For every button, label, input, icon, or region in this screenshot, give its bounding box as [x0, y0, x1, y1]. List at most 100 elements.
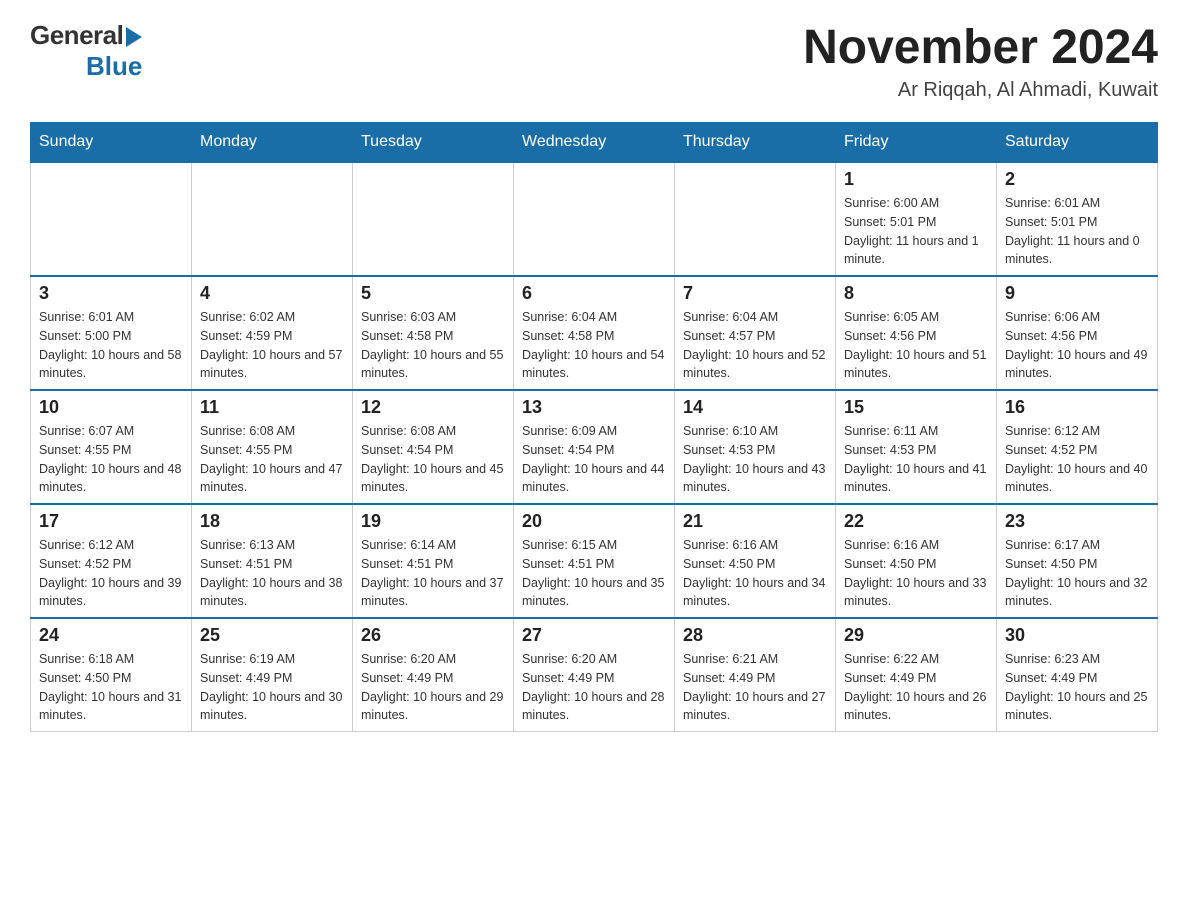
- week-row-4: 17Sunrise: 6:12 AMSunset: 4:52 PMDayligh…: [31, 504, 1158, 618]
- day-number: 23: [1005, 511, 1149, 532]
- day-info: Sunrise: 6:15 AMSunset: 4:51 PMDaylight:…: [522, 536, 666, 611]
- col-wednesday: Wednesday: [514, 123, 675, 163]
- day-number: 28: [683, 625, 827, 646]
- location-subtitle: Ar Riqqah, Al Ahmadi, Kuwait: [803, 79, 1158, 102]
- day-info: Sunrise: 6:20 AMSunset: 4:49 PMDaylight:…: [361, 650, 505, 725]
- day-cell: 6 Sunrise: 6:04 AMSunset: 4:58 PMDaylight…: [514, 276, 675, 390]
- day-cell: 9 Sunrise: 6:06 AMSunset: 4:56 PMDaylight…: [997, 276, 1158, 390]
- day-info: Sunrise: 6:22 AMSunset: 4:49 PMDaylight:…: [844, 650, 988, 725]
- day-number: 17: [39, 511, 183, 532]
- day-info: Sunrise: 6:08 AMSunset: 4:54 PMDaylight:…: [361, 422, 505, 497]
- day-cell: 14Sunrise: 6:10 AMSunset: 4:53 PMDayligh…: [675, 390, 836, 504]
- day-info: Sunrise: 6:06 AMSunset: 4:56 PMDaylight:…: [1005, 308, 1149, 383]
- day-cell: 20Sunrise: 6:15 AMSunset: 4:51 PMDayligh…: [514, 504, 675, 618]
- day-number: 11: [200, 397, 344, 418]
- day-number: 22: [844, 511, 988, 532]
- day-number: 21: [683, 511, 827, 532]
- week-row-5: 24 Sunrise: 6:18 AMSunset: 4:50 PMDayligh…: [31, 618, 1158, 732]
- day-cell: 10 Sunrise: 6:07 AMSunset: 4:55 PMDayligh…: [31, 390, 192, 504]
- day-info: Sunrise: 6:20 AMSunset: 4:49 PMDaylight:…: [522, 650, 666, 725]
- day-info: Sunrise: 6:21 AMSunset: 4:49 PMDaylight:…: [683, 650, 827, 725]
- logo-arrow-icon: [126, 27, 142, 47]
- day-cell: 22 Sunrise: 6:16 AMSunset: 4:50 PMDayligh…: [836, 504, 997, 618]
- day-cell: 28 Sunrise: 6:21 AMSunset: 4:49 PMDayligh…: [675, 618, 836, 732]
- day-cell: 8Sunrise: 6:05 AMSunset: 4:56 PMDaylight…: [836, 276, 997, 390]
- day-info: Sunrise: 6:05 AMSunset: 4:56 PMDaylight:…: [844, 308, 988, 383]
- col-sunday: Sunday: [31, 123, 192, 163]
- logo-general-text: General: [30, 20, 123, 51]
- day-info: Sunrise: 6:07 AMSunset: 4:55 PMDaylight:…: [39, 422, 183, 497]
- day-number: 29: [844, 625, 988, 646]
- day-number: 5: [361, 283, 505, 304]
- day-info: Sunrise: 6:13 AMSunset: 4:51 PMDaylight:…: [200, 536, 344, 611]
- day-cell: 26 Sunrise: 6:20 AMSunset: 4:49 PMDayligh…: [353, 618, 514, 732]
- day-cell: 4Sunrise: 6:02 AMSunset: 4:59 PMDaylight…: [192, 276, 353, 390]
- day-number: 19: [361, 511, 505, 532]
- day-cell: 1 Sunrise: 6:00 AMSunset: 5:01 PMDaylight…: [836, 162, 997, 276]
- day-info: Sunrise: 6:16 AMSunset: 4:50 PMDaylight:…: [683, 536, 827, 611]
- day-cell: 27 Sunrise: 6:20 AMSunset: 4:49 PMDayligh…: [514, 618, 675, 732]
- day-number: 2: [1005, 169, 1149, 190]
- page-header: General Blue November 2024 Ar Riqqah, Al…: [30, 20, 1158, 102]
- day-number: 12: [361, 397, 505, 418]
- day-cell: 30 Sunrise: 6:23 AMSunset: 4:49 PMDayligh…: [997, 618, 1158, 732]
- col-saturday: Saturday: [997, 123, 1158, 163]
- day-info: Sunrise: 6:18 AMSunset: 4:50 PMDaylight:…: [39, 650, 183, 725]
- day-number: 27: [522, 625, 666, 646]
- day-info: Sunrise: 6:01 AMSunset: 5:01 PMDaylight:…: [1005, 194, 1149, 269]
- day-info: Sunrise: 6:04 AMSunset: 4:58 PMDaylight:…: [522, 308, 666, 383]
- day-number: 30: [1005, 625, 1149, 646]
- day-number: 26: [361, 625, 505, 646]
- day-info: Sunrise: 6:10 AMSunset: 4:53 PMDaylight:…: [683, 422, 827, 497]
- day-info: Sunrise: 6:09 AMSunset: 4:54 PMDaylight:…: [522, 422, 666, 497]
- day-cell: 11 Sunrise: 6:08 AMSunset: 4:55 PMDayligh…: [192, 390, 353, 504]
- day-cell: 24 Sunrise: 6:18 AMSunset: 4:50 PMDayligh…: [31, 618, 192, 732]
- calendar-header-row: Sunday Monday Tuesday Wednesday Thursday…: [31, 123, 1158, 163]
- day-info: Sunrise: 6:14 AMSunset: 4:51 PMDaylight:…: [361, 536, 505, 611]
- day-cell: [31, 162, 192, 276]
- week-row-2: 3Sunrise: 6:01 AMSunset: 5:00 PMDaylight…: [31, 276, 1158, 390]
- day-info: Sunrise: 6:01 AMSunset: 5:00 PMDaylight:…: [39, 308, 183, 383]
- week-row-1: 1 Sunrise: 6:00 AMSunset: 5:01 PMDaylight…: [31, 162, 1158, 276]
- col-monday: Monday: [192, 123, 353, 163]
- day-info: Sunrise: 6:03 AMSunset: 4:58 PMDaylight:…: [361, 308, 505, 383]
- day-number: 16: [1005, 397, 1149, 418]
- month-title: November 2024: [803, 20, 1158, 75]
- day-cell: 18Sunrise: 6:13 AMSunset: 4:51 PMDayligh…: [192, 504, 353, 618]
- day-info: Sunrise: 6:00 AMSunset: 5:01 PMDaylight:…: [844, 194, 988, 269]
- day-number: 13: [522, 397, 666, 418]
- day-info: Sunrise: 6:04 AMSunset: 4:57 PMDaylight:…: [683, 308, 827, 383]
- day-cell: 21 Sunrise: 6:16 AMSunset: 4:50 PMDayligh…: [675, 504, 836, 618]
- day-info: Sunrise: 6:12 AMSunset: 4:52 PMDaylight:…: [1005, 422, 1149, 497]
- title-section: November 2024 Ar Riqqah, Al Ahmadi, Kuwa…: [803, 20, 1158, 102]
- day-number: 4: [200, 283, 344, 304]
- day-info: Sunrise: 6:08 AMSunset: 4:55 PMDaylight:…: [200, 422, 344, 497]
- col-friday: Friday: [836, 123, 997, 163]
- col-thursday: Thursday: [675, 123, 836, 163]
- day-number: 10: [39, 397, 183, 418]
- day-number: 24: [39, 625, 183, 646]
- day-cell: [675, 162, 836, 276]
- day-info: Sunrise: 6:23 AMSunset: 4:49 PMDaylight:…: [1005, 650, 1149, 725]
- calendar-table: Sunday Monday Tuesday Wednesday Thursday…: [30, 122, 1158, 732]
- day-cell: 25 Sunrise: 6:19 AMSunset: 4:49 PMDayligh…: [192, 618, 353, 732]
- day-number: 1: [844, 169, 988, 190]
- day-number: 9: [1005, 283, 1149, 304]
- day-cell: 13 Sunrise: 6:09 AMSunset: 4:54 PMDayligh…: [514, 390, 675, 504]
- day-cell: 29 Sunrise: 6:22 AMSunset: 4:49 PMDayligh…: [836, 618, 997, 732]
- day-number: 6: [522, 283, 666, 304]
- day-cell: 5 Sunrise: 6:03 AMSunset: 4:58 PMDaylight…: [353, 276, 514, 390]
- day-number: 25: [200, 625, 344, 646]
- day-cell: 12 Sunrise: 6:08 AMSunset: 4:54 PMDayligh…: [353, 390, 514, 504]
- day-cell: 7Sunrise: 6:04 AMSunset: 4:57 PMDaylight…: [675, 276, 836, 390]
- day-cell: [514, 162, 675, 276]
- day-number: 15: [844, 397, 988, 418]
- day-cell: 2 Sunrise: 6:01 AMSunset: 5:01 PMDaylight…: [997, 162, 1158, 276]
- day-cell: [192, 162, 353, 276]
- day-cell: 23Sunrise: 6:17 AMSunset: 4:50 PMDayligh…: [997, 504, 1158, 618]
- day-info: Sunrise: 6:19 AMSunset: 4:49 PMDaylight:…: [200, 650, 344, 725]
- week-row-3: 10 Sunrise: 6:07 AMSunset: 4:55 PMDayligh…: [31, 390, 1158, 504]
- logo: General Blue: [30, 20, 142, 82]
- day-cell: 3Sunrise: 6:01 AMSunset: 5:00 PMDaylight…: [31, 276, 192, 390]
- day-info: Sunrise: 6:16 AMSunset: 4:50 PMDaylight:…: [844, 536, 988, 611]
